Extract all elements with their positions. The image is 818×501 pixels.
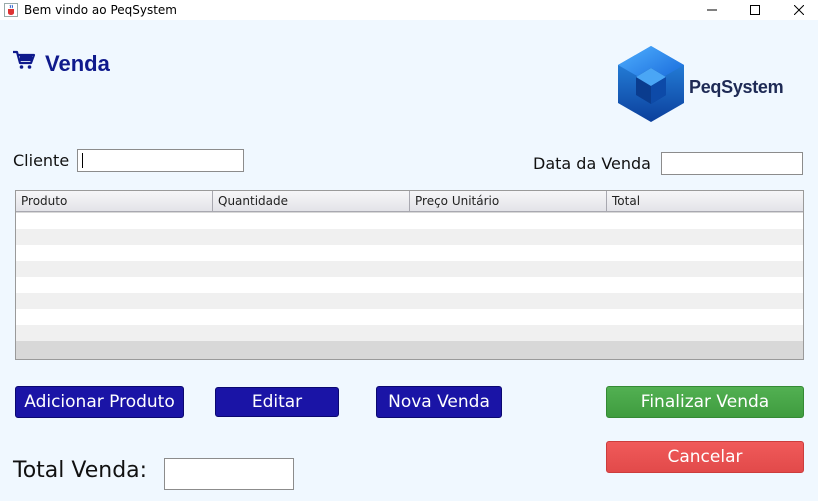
shopping-cart-icon: [13, 50, 36, 69]
maximize-button[interactable]: [732, 0, 778, 20]
nova-venda-button[interactable]: Nova Venda: [376, 386, 502, 418]
table-row: [16, 293, 803, 309]
total-venda-label: Total Venda:: [13, 458, 148, 483]
finalizar-venda-button[interactable]: Finalizar Venda: [606, 386, 804, 418]
table-row: [16, 277, 803, 293]
column-header-produto[interactable]: Produto: [16, 191, 213, 212]
java-cup-icon: [4, 3, 18, 17]
table-body: [16, 213, 803, 341]
table-row: [16, 245, 803, 261]
maximize-icon: [750, 5, 760, 15]
table-row: [16, 325, 803, 341]
editar-button[interactable]: Editar: [215, 387, 339, 417]
window-title: Bem vindo ao PeqSystem: [24, 3, 177, 17]
total-venda-field[interactable]: [164, 458, 294, 490]
table-row: [16, 229, 803, 245]
column-header-preco-unitario[interactable]: Preço Unitário: [410, 191, 607, 212]
data-venda-input[interactable]: [661, 152, 803, 175]
cliente-label: Cliente: [13, 151, 70, 170]
close-icon: [794, 5, 804, 15]
minimize-button[interactable]: [689, 0, 735, 20]
app-window: Bem vindo ao PeqSystem Venda PeqSystem C…: [0, 0, 818, 501]
text-caret: [82, 153, 83, 168]
minimize-icon: [707, 9, 717, 11]
page-title: Venda: [45, 51, 110, 76]
table-header: Produto Quantidade Preço Unitário Total: [16, 191, 803, 212]
adicionar-produto-button[interactable]: Adicionar Produto: [15, 386, 184, 418]
close-button[interactable]: [776, 0, 818, 20]
table-row: [16, 261, 803, 277]
cliente-input[interactable]: [77, 149, 244, 172]
column-header-quantidade[interactable]: Quantidade: [213, 191, 410, 212]
table-row: [16, 309, 803, 325]
title-bar[interactable]: Bem vindo ao PeqSystem: [0, 0, 818, 20]
table-row: [16, 213, 803, 229]
data-venda-label: Data da Venda: [533, 154, 651, 173]
logo-text: PeqSystem: [689, 77, 784, 97]
products-table[interactable]: Produto Quantidade Preço Unitário Total: [15, 190, 804, 360]
column-header-total[interactable]: Total: [607, 191, 803, 212]
cancelar-button[interactable]: Cancelar: [606, 441, 804, 473]
